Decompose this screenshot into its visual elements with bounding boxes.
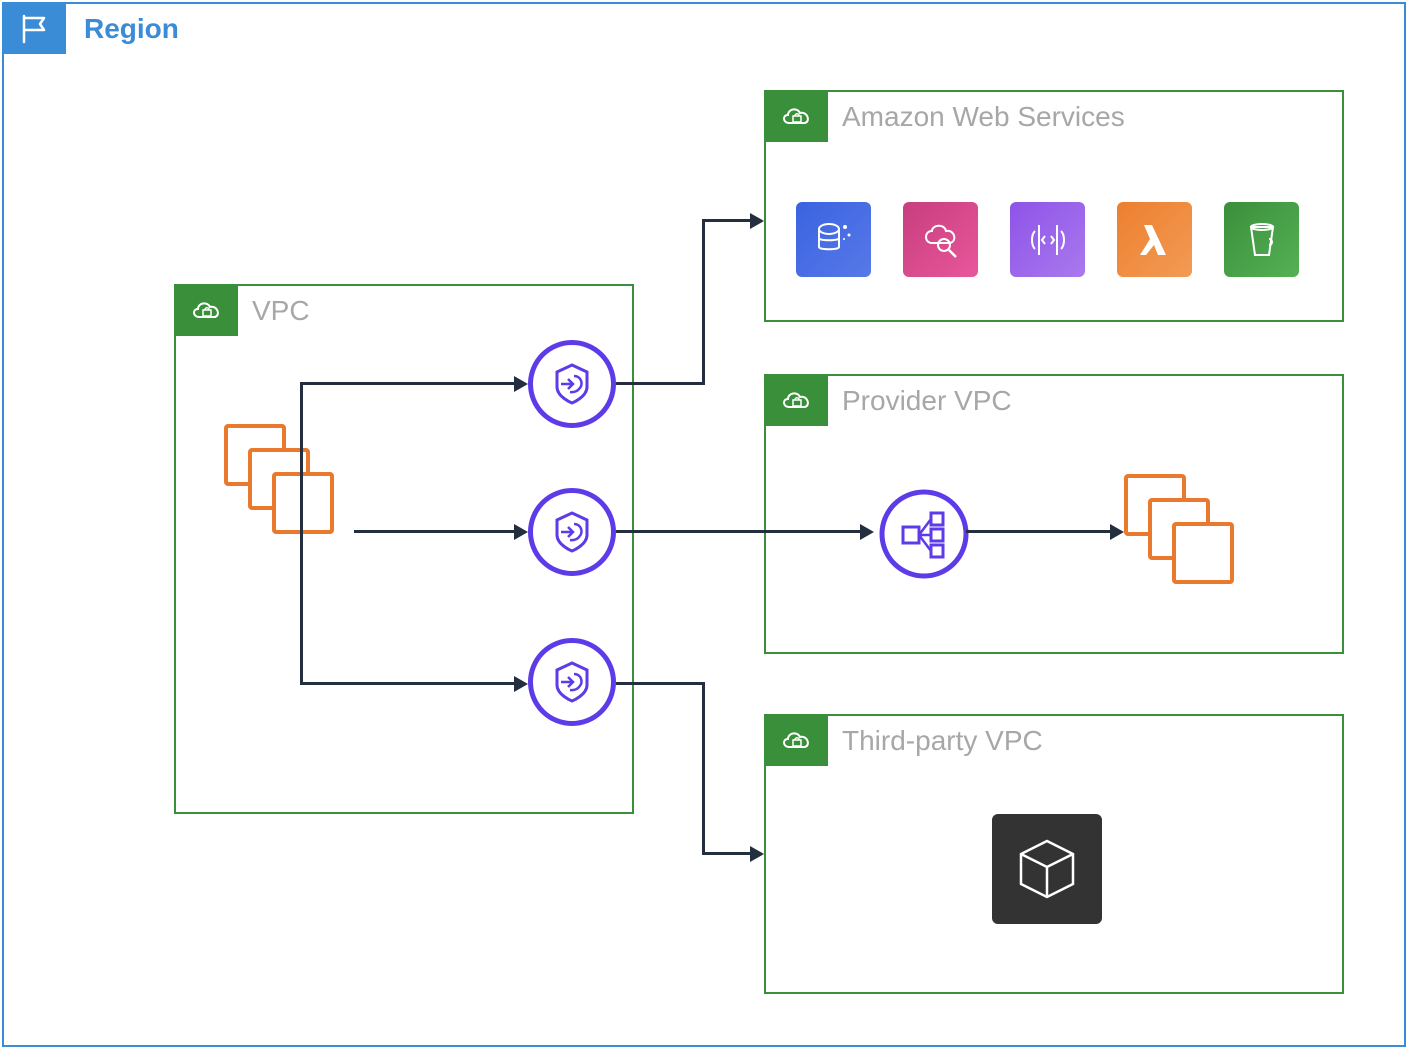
provider-vpc-badge: Provider VPC: [766, 376, 1012, 426]
connector-line: [616, 682, 704, 685]
connector-line: [702, 219, 752, 222]
arrow-head-icon: [514, 524, 528, 540]
vpc-consumer-label: VPC: [252, 295, 310, 327]
connector-line: [300, 382, 303, 684]
aws-badge: Amazon Web Services: [766, 92, 1125, 142]
region-badge: Region: [4, 4, 179, 54]
connector-line: [966, 530, 1112, 533]
connector-line: [616, 382, 704, 385]
cloud-lock-icon: [779, 103, 815, 131]
connector-line: [300, 382, 516, 385]
cloud-lock-icon: [779, 727, 815, 755]
connector-line: [702, 852, 752, 855]
cloud-lock-icon: [779, 387, 815, 415]
cloudsearch-icon: [903, 202, 978, 277]
connector-line: [702, 682, 705, 854]
provider-vpc-box: Provider VPC: [764, 374, 1344, 654]
subnet-collection-consumer: [224, 424, 354, 554]
connector-line: [354, 530, 516, 533]
arrow-head-icon: [514, 676, 528, 692]
cloud-lock-icon-square: [766, 92, 828, 142]
s3-icon: [1224, 202, 1299, 277]
region-icon-square: [4, 4, 66, 54]
privatelink-endpoint-top-icon: [528, 340, 616, 428]
region-container: Region VPC: [2, 2, 1406, 1047]
cloud-lock-icon-square: [766, 716, 828, 766]
arrow-head-icon: [1110, 524, 1124, 540]
cloud-lock-icon-square: [766, 376, 828, 426]
network-load-balancer-icon: [874, 484, 974, 584]
rds-icon: [796, 202, 871, 277]
vpc-consumer-badge: VPC: [176, 286, 310, 336]
connector-line: [300, 682, 516, 685]
code-service-icon: [1010, 202, 1085, 277]
connector-line: [702, 219, 705, 385]
vpc-icon-square: [176, 286, 238, 336]
subnet-collection-provider: [1124, 474, 1254, 604]
third-party-vpc-label: Third-party VPC: [842, 725, 1043, 757]
region-label: Region: [84, 13, 179, 45]
arrow-head-icon: [750, 846, 764, 862]
lambda-icon: [1117, 202, 1192, 277]
connector-line: [616, 530, 862, 533]
third-party-vpc-badge: Third-party VPC: [766, 716, 1043, 766]
cloud-lock-icon: [189, 297, 225, 325]
provider-vpc-label: Provider VPC: [842, 385, 1012, 417]
privatelink-endpoint-bot-icon: [528, 638, 616, 726]
arrow-head-icon: [860, 524, 874, 540]
arrow-head-icon: [750, 213, 764, 229]
aws-service-icons: [796, 202, 1299, 277]
arrow-head-icon: [514, 376, 528, 392]
aws-services-box: Amazon Web Services: [764, 90, 1344, 322]
aws-label: Amazon Web Services: [842, 101, 1125, 133]
privatelink-endpoint-mid-icon: [528, 488, 616, 576]
third-party-service-icon: [992, 814, 1102, 924]
flag-icon: [20, 14, 50, 44]
